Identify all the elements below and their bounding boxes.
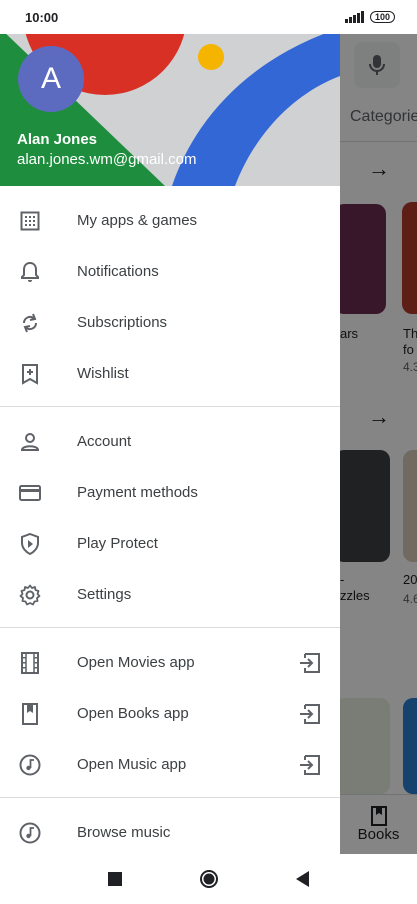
music-icon [18,753,42,777]
book-icon [18,702,42,726]
home-button[interactable] [197,867,221,891]
navigation-drawer: A Alan Jones alan.jones.wm@gmail.com My … [0,28,340,854]
status-indicators: 100 [345,11,395,23]
person-icon [18,430,42,454]
menu-item-open-movies[interactable]: Open Movies app [0,637,340,688]
menu-item-label: Subscriptions [77,314,168,331]
film-icon [18,651,42,675]
menu-item-label: Open Music app [77,756,187,773]
exit-to-app-icon [298,651,322,675]
status-time: 10:00 [25,9,59,25]
menu-item-settings[interactable]: Settings [0,569,340,620]
menu-item-play-protect[interactable]: Play Protect [0,518,340,569]
menu-item-open-books[interactable]: Open Books app [0,688,340,739]
menu-item-label: Browse music [77,824,171,841]
menu-item-label: Payment methods [77,484,198,501]
system-navigation-bar [0,854,417,904]
menu-item-payment-methods[interactable]: Payment methods [0,467,340,518]
refresh-icon [18,311,42,335]
recents-button[interactable] [103,867,127,891]
menu-item-label: Account [77,433,132,450]
status-bar: 10:00 100 [0,0,417,34]
credit-card-icon [18,481,42,505]
gear-icon [18,583,42,607]
menu-item-label: Settings [77,586,132,603]
menu-item-label: Open Movies app [77,654,195,671]
menu-item-open-music[interactable]: Open Music app [0,739,340,790]
drawer-header: A Alan Jones alan.jones.wm@gmail.com [0,28,340,186]
menu-item-label: Play Protect [77,535,158,552]
exit-to-app-icon [298,753,322,777]
grid-icon [18,209,42,233]
menu-item-subscriptions[interactable]: Subscriptions [0,297,340,348]
avatar[interactable]: A [18,46,84,112]
menu-item-label: Notifications [77,263,159,280]
divider [0,406,340,407]
battery-icon: 100 [369,11,395,23]
menu-item-label: Wishlist [77,365,129,382]
menu-item-notifications[interactable]: Notifications [0,246,340,297]
menu-item-my-apps[interactable]: My apps & games [0,195,340,246]
bookmark-add-icon [18,362,42,386]
divider [0,797,340,798]
scrim-overlay[interactable] [340,28,417,854]
bell-icon [18,260,42,284]
back-button[interactable] [291,867,315,891]
menu-item-label: Open Books app [77,705,189,722]
exit-to-app-icon [298,702,322,726]
user-name: Alan Jones [17,131,98,148]
menu-item-label: My apps & games [77,212,198,229]
user-email: alan.jones.wm@gmail.com [17,151,197,168]
music-icon [18,821,42,845]
signal-icon [345,11,364,23]
shield-play-icon [18,532,42,556]
menu-item-browse-music[interactable]: Browse music [0,807,340,854]
divider [0,627,340,628]
menu-item-wishlist[interactable]: Wishlist [0,348,340,399]
menu-item-account[interactable]: Account [0,416,340,467]
